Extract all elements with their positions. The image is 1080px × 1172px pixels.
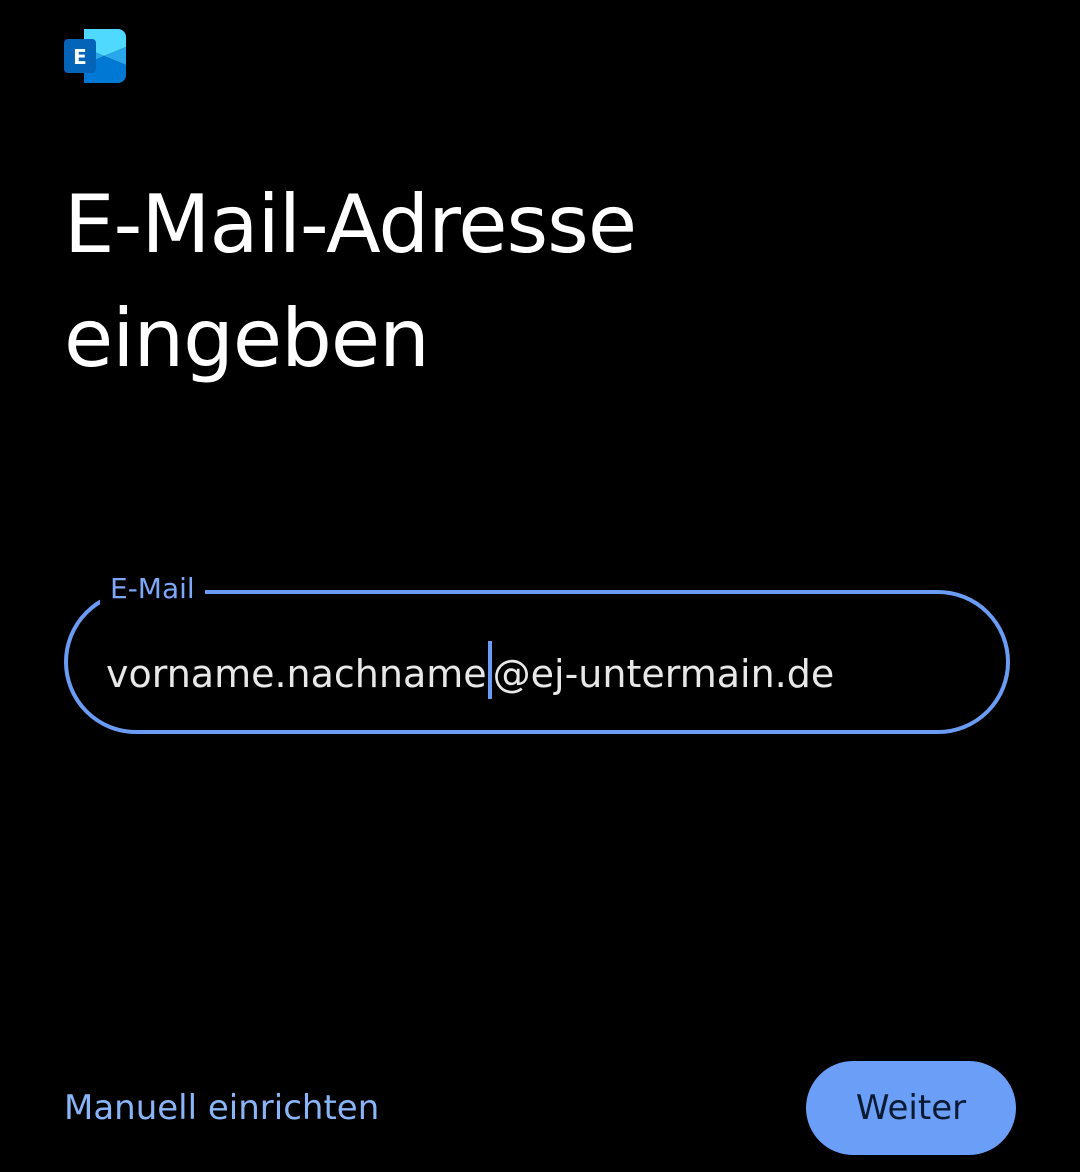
page-title: E-Mail-Adresse eingeben <box>64 178 637 385</box>
email-field-label: E-Mail <box>100 569 205 609</box>
email-field[interactable]: E-Mail vorname.nachname @ej-untermain.de <box>64 569 1010 734</box>
text-cursor <box>487 641 492 699</box>
next-button[interactable]: Weiter <box>806 1061 1016 1155</box>
logo-letter: E <box>73 45 87 69</box>
email-value-domain-part: @ej-untermain.de <box>492 652 835 696</box>
email-value-local-part: vorname.nachname <box>106 652 487 696</box>
email-field-value[interactable]: vorname.nachname @ej-untermain.de <box>106 641 834 699</box>
exchange-logo-graphic: E <box>64 29 126 83</box>
manual-setup-link[interactable]: Manuell einrichten <box>64 1085 379 1131</box>
exchange-logo-icon: E <box>64 29 126 83</box>
